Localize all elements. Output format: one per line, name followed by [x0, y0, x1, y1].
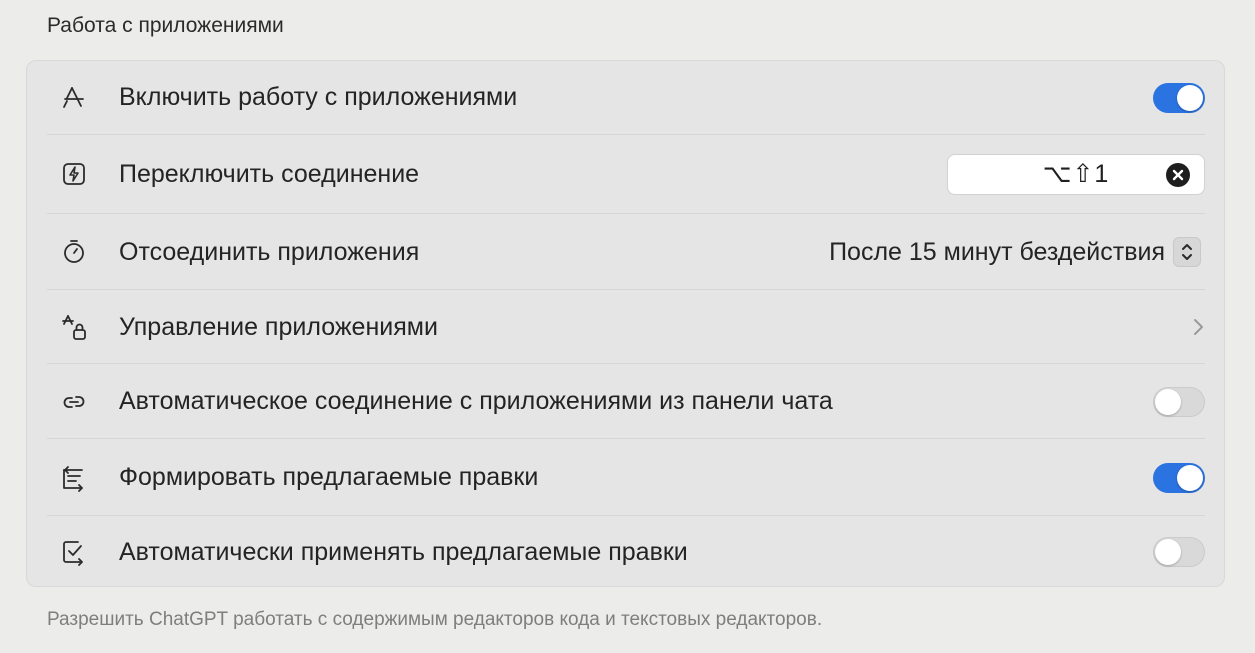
- row-manage-apps[interactable]: Управление приложениями: [47, 289, 1205, 364]
- section-footer: Разрешить ChatGPT работать с содержимым …: [47, 609, 823, 630]
- row-label: Формировать предлагаемые правки: [119, 463, 539, 491]
- check-apply-icon: [59, 537, 89, 567]
- clear-icon[interactable]: [1166, 162, 1190, 187]
- row-label: Переключить соединение: [119, 159, 420, 188]
- row-enable-apps: Включить работу с приложениями: [47, 61, 1205, 134]
- auto-connect-toggle[interactable]: [1153, 386, 1205, 417]
- link-icon: [59, 387, 89, 417]
- disconnect-select[interactable]: После 15 минут бездействия: [829, 237, 1201, 267]
- edit-suggestion-icon: [59, 463, 89, 493]
- row-suggested-edits: Формировать предлагаемые правки: [47, 438, 1205, 516]
- row-auto-apply-edits: Автоматически применять предлагаемые пра…: [47, 515, 1205, 588]
- timer-icon: [59, 237, 89, 267]
- row-label: Автоматически применять предлагаемые пра…: [119, 537, 688, 566]
- row-auto-connect: Автоматическое соединение с приложениями…: [47, 363, 1205, 439]
- select-value: После 15 минут бездействия: [829, 237, 1165, 266]
- updown-chevron-icon[interactable]: [1173, 237, 1201, 267]
- shortcut-keys: ⌥⇧1: [1042, 160, 1110, 188]
- enable-apps-toggle[interactable]: [1153, 82, 1205, 113]
- toggle-knob: [1177, 84, 1203, 111]
- app-lock-icon: [59, 312, 89, 342]
- section-title: Работа с приложениями: [47, 14, 284, 37]
- row-disconnect-apps: Отсоединить приложения После 15 минут бе…: [47, 213, 1205, 290]
- shortcut-field[interactable]: ⌥⇧1: [947, 153, 1205, 195]
- bolt-square-icon: [59, 159, 89, 189]
- settings-panel: Включить работу с приложениями Переключи…: [26, 60, 1225, 587]
- suggested-edits-toggle[interactable]: [1153, 462, 1205, 493]
- toggle-knob: [1155, 388, 1181, 415]
- auto-apply-toggle[interactable]: [1153, 537, 1205, 567]
- app-store-icon: [59, 83, 89, 113]
- row-switch-connection: Переключить соединение ⌥⇧1: [47, 134, 1205, 213]
- row-label: Управление приложениями: [119, 312, 438, 341]
- row-label: Отсоединить приложения: [119, 237, 420, 266]
- row-label: Включить работу с приложениями: [119, 83, 518, 111]
- row-label: Автоматическое соединение с приложениями…: [119, 387, 833, 415]
- toggle-knob: [1177, 464, 1203, 491]
- toggle-knob: [1155, 539, 1181, 565]
- chevron-right-icon: [1191, 317, 1205, 337]
